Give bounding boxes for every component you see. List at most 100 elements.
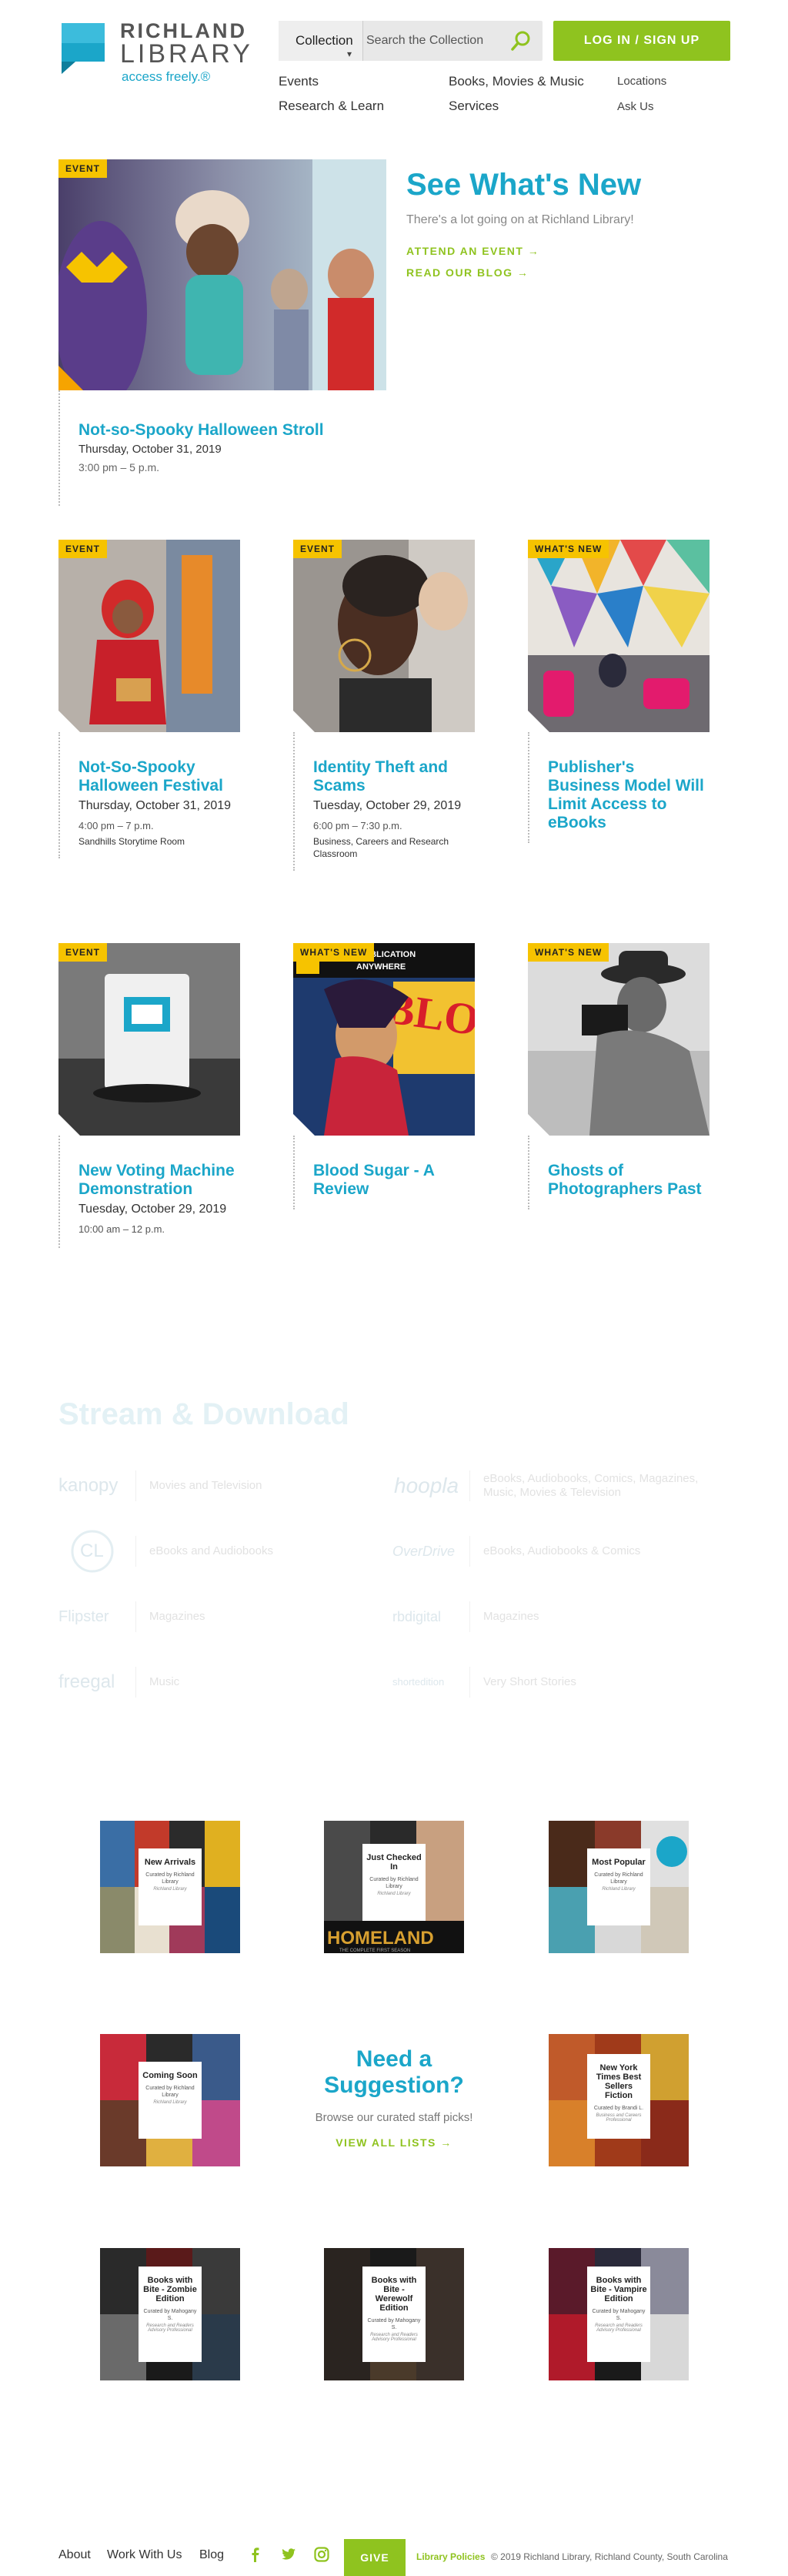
card-photo	[528, 540, 710, 732]
copyright-text: © 2019 Richland Library, Richland County…	[491, 2551, 728, 2562]
list-curator: Curated by Mahogany S.	[367, 2318, 421, 2330]
stream-service-desc: eBooks, Audiobooks & Comics	[483, 1544, 641, 1557]
list-name: Most Popular	[592, 1858, 646, 1867]
stream-service[interactable]: Flipster Magazines	[58, 1594, 366, 1640]
view-all-lists-link[interactable]: VIEW ALL LISTS →	[302, 2136, 486, 2149]
card-fold	[293, 711, 315, 732]
twitter-icon[interactable]	[281, 2547, 296, 2562]
card-image: FIRST PUBLICATION ANYWHERE BLOOD SUG WHA…	[293, 943, 475, 1136]
search-icon[interactable]	[510, 30, 532, 52]
staff-list-tile[interactable]: Books with Bite - Zombie Edition Curated…	[100, 2248, 240, 2380]
rbdigital-logo: rbdigital	[392, 1609, 442, 1624]
staff-list-tile[interactable]: Coming Soon Curated by Richland Library …	[100, 2034, 240, 2166]
search-scope-select[interactable]: Collection ▾	[279, 21, 363, 61]
book-cover-art: FIRST PUBLICATION ANYWHERE BLOOD SUG	[293, 943, 475, 1136]
stream-service[interactable]: CL eBooks and Audiobooks	[58, 1528, 366, 1574]
attend-event-link[interactable]: ATTEND AN EVENT →	[406, 245, 539, 257]
hero-fold	[58, 366, 83, 390]
list-tile-card: Books with Bite - Vampire Edition Curate…	[587, 2267, 650, 2362]
hero-card-date: Thursday, October 31, 2019	[78, 443, 222, 456]
nav-ask-us[interactable]: Ask Us	[617, 100, 654, 113]
card-badge: WHAT'S NEW	[293, 943, 375, 962]
card-badge: EVENT	[58, 943, 108, 962]
list-curator: Curated by Mahogany S.	[143, 2309, 197, 2321]
card-image: EVENT	[58, 540, 240, 732]
read-blog-link[interactable]: READ OUR BLOG →	[406, 266, 529, 279]
stream-service[interactable]: hoopla eBooks, Audiobooks, Comics, Magaz…	[392, 1463, 731, 1509]
nav-research-learn[interactable]: Research & Learn	[279, 99, 384, 114]
card-date: Tuesday, October 29, 2019	[78, 1203, 227, 1216]
list-tile-card: New York Times Best Sellers Fiction Cura…	[587, 2054, 650, 2139]
list-curator-org: Richland Library	[377, 1892, 411, 1896]
nav-locations[interactable]: Locations	[617, 75, 666, 88]
divider	[469, 1601, 470, 1632]
divider	[135, 1470, 136, 1501]
stream-service[interactable]: OverDrive eBooks, Audiobooks & Comics	[392, 1528, 731, 1574]
chevron-down-icon: ▾	[346, 49, 352, 59]
card-body: Identity Theft and Scams Tuesday, Octobe…	[293, 732, 475, 871]
stream-service[interactable]: rbdigital Magazines	[392, 1594, 731, 1640]
list-name: Just Checked In	[366, 1853, 422, 1872]
stream-service-desc: Magazines	[149, 1610, 205, 1623]
card-photo	[58, 540, 240, 732]
kanopy-logo: kanopy	[58, 1475, 119, 1496]
list-curator-org: Research and Readers Advisory Profession…	[595, 2323, 643, 2333]
search-scope-label: Collection	[296, 33, 353, 48]
footer-blog-link[interactable]: Blog	[199, 2548, 224, 2562]
facebook-icon[interactable]	[248, 2547, 263, 2562]
card-location: Sandhills Storytime Room	[78, 836, 185, 847]
nav-events[interactable]: Events	[279, 74, 319, 89]
instagram-icon[interactable]	[314, 2547, 329, 2562]
list-name: Books with Bite - Werewolf Edition	[371, 2276, 417, 2313]
staff-list-tile[interactable]: HOMELAND THE COMPLETE FIRST SEASON Just …	[324, 1821, 464, 1953]
card-fold	[58, 1114, 80, 1136]
nav-services[interactable]: Services	[449, 99, 499, 114]
card-badge: WHAT'S NEW	[528, 540, 609, 558]
list-tile-card: New Arrivals Curated by Richland Library…	[139, 1848, 202, 1925]
site-logo[interactable]: RICHLAND LIBRARY access freely.®	[58, 20, 259, 84]
divider	[469, 1470, 470, 1501]
divider	[469, 1667, 470, 1698]
list-curator-org: Richland Library	[153, 1887, 187, 1892]
staff-list-tile[interactable]: Most Popular Curated by Richland Library…	[549, 1821, 689, 1953]
suggestion-subtitle: Browse our curated staff picks!	[315, 2111, 473, 2124]
card-fold	[293, 1114, 315, 1136]
suggestion-title: Need a Suggestion?	[324, 2046, 464, 2098]
give-button[interactable]: GIVE	[344, 2539, 406, 2576]
library-policies-link[interactable]: Library Policies	[416, 2551, 485, 2562]
card-time: 6:00 pm – 7:30 p.m.	[313, 820, 402, 831]
staff-list-tile[interactable]: Books with Bite - Werewolf Edition Curat…	[324, 2248, 464, 2380]
stream-service-desc: eBooks and Audiobooks	[149, 1544, 273, 1557]
stream-service[interactable]: kanopy Movies and Television	[58, 1463, 366, 1509]
hero-image[interactable]: EVENT	[58, 159, 386, 390]
staff-list-tile[interactable]: Books with Bite - Vampire Edition Curate…	[549, 2248, 689, 2380]
stream-service[interactable]: shortedition Very Short Stories	[392, 1659, 731, 1705]
site-footer: About Work With Us Blog GIVE Library Pol…	[0, 2533, 788, 2576]
list-curator: Curated by Richland Library	[145, 1872, 195, 1885]
card-time: 10:00 am – 12 p.m.	[78, 1223, 165, 1235]
hoopla-logo: hoopla	[394, 1474, 459, 1497]
cloudlibrary-logo-text: CL	[80, 1541, 104, 1561]
hero-card-title[interactable]: Not-so-Spooky Halloween Stroll	[78, 421, 324, 440]
hero-subtitle: There's a lot going on at Richland Libra…	[406, 213, 634, 226]
card-image: EVENT	[58, 943, 240, 1136]
hero-badge: EVENT	[58, 159, 108, 178]
stream-service-desc: Movies and Television	[149, 1479, 262, 1492]
stream-service[interactable]: freegal Music	[58, 1659, 366, 1705]
footer-about-link[interactable]: About	[58, 2548, 91, 2562]
logo-mark-icon	[62, 23, 105, 74]
divider	[135, 1601, 136, 1632]
card-image: WHAT'S NEW	[528, 540, 710, 732]
footer-work-with-us-link[interactable]: Work With Us	[107, 2548, 182, 2562]
staff-list-tile[interactable]: New Arrivals Curated by Richland Library…	[100, 1821, 240, 1953]
search-input[interactable]	[366, 25, 505, 56]
card-body: Ghosts of Photographers Past	[528, 1136, 710, 1209]
flipster-logo: Flipster	[58, 1608, 109, 1625]
divider	[469, 1536, 470, 1567]
list-name: Coming Soon	[142, 2071, 198, 2080]
nav-books-movies-music[interactable]: Books, Movies & Music	[449, 74, 584, 89]
stream-service-desc: Music	[149, 1675, 180, 1688]
book-cover-line2: ANYWHERE	[356, 962, 406, 972]
login-signup-button[interactable]: LOG IN / SIGN UP	[553, 21, 730, 61]
staff-list-tile[interactable]: New York Times Best Sellers Fiction Cura…	[549, 2034, 689, 2166]
